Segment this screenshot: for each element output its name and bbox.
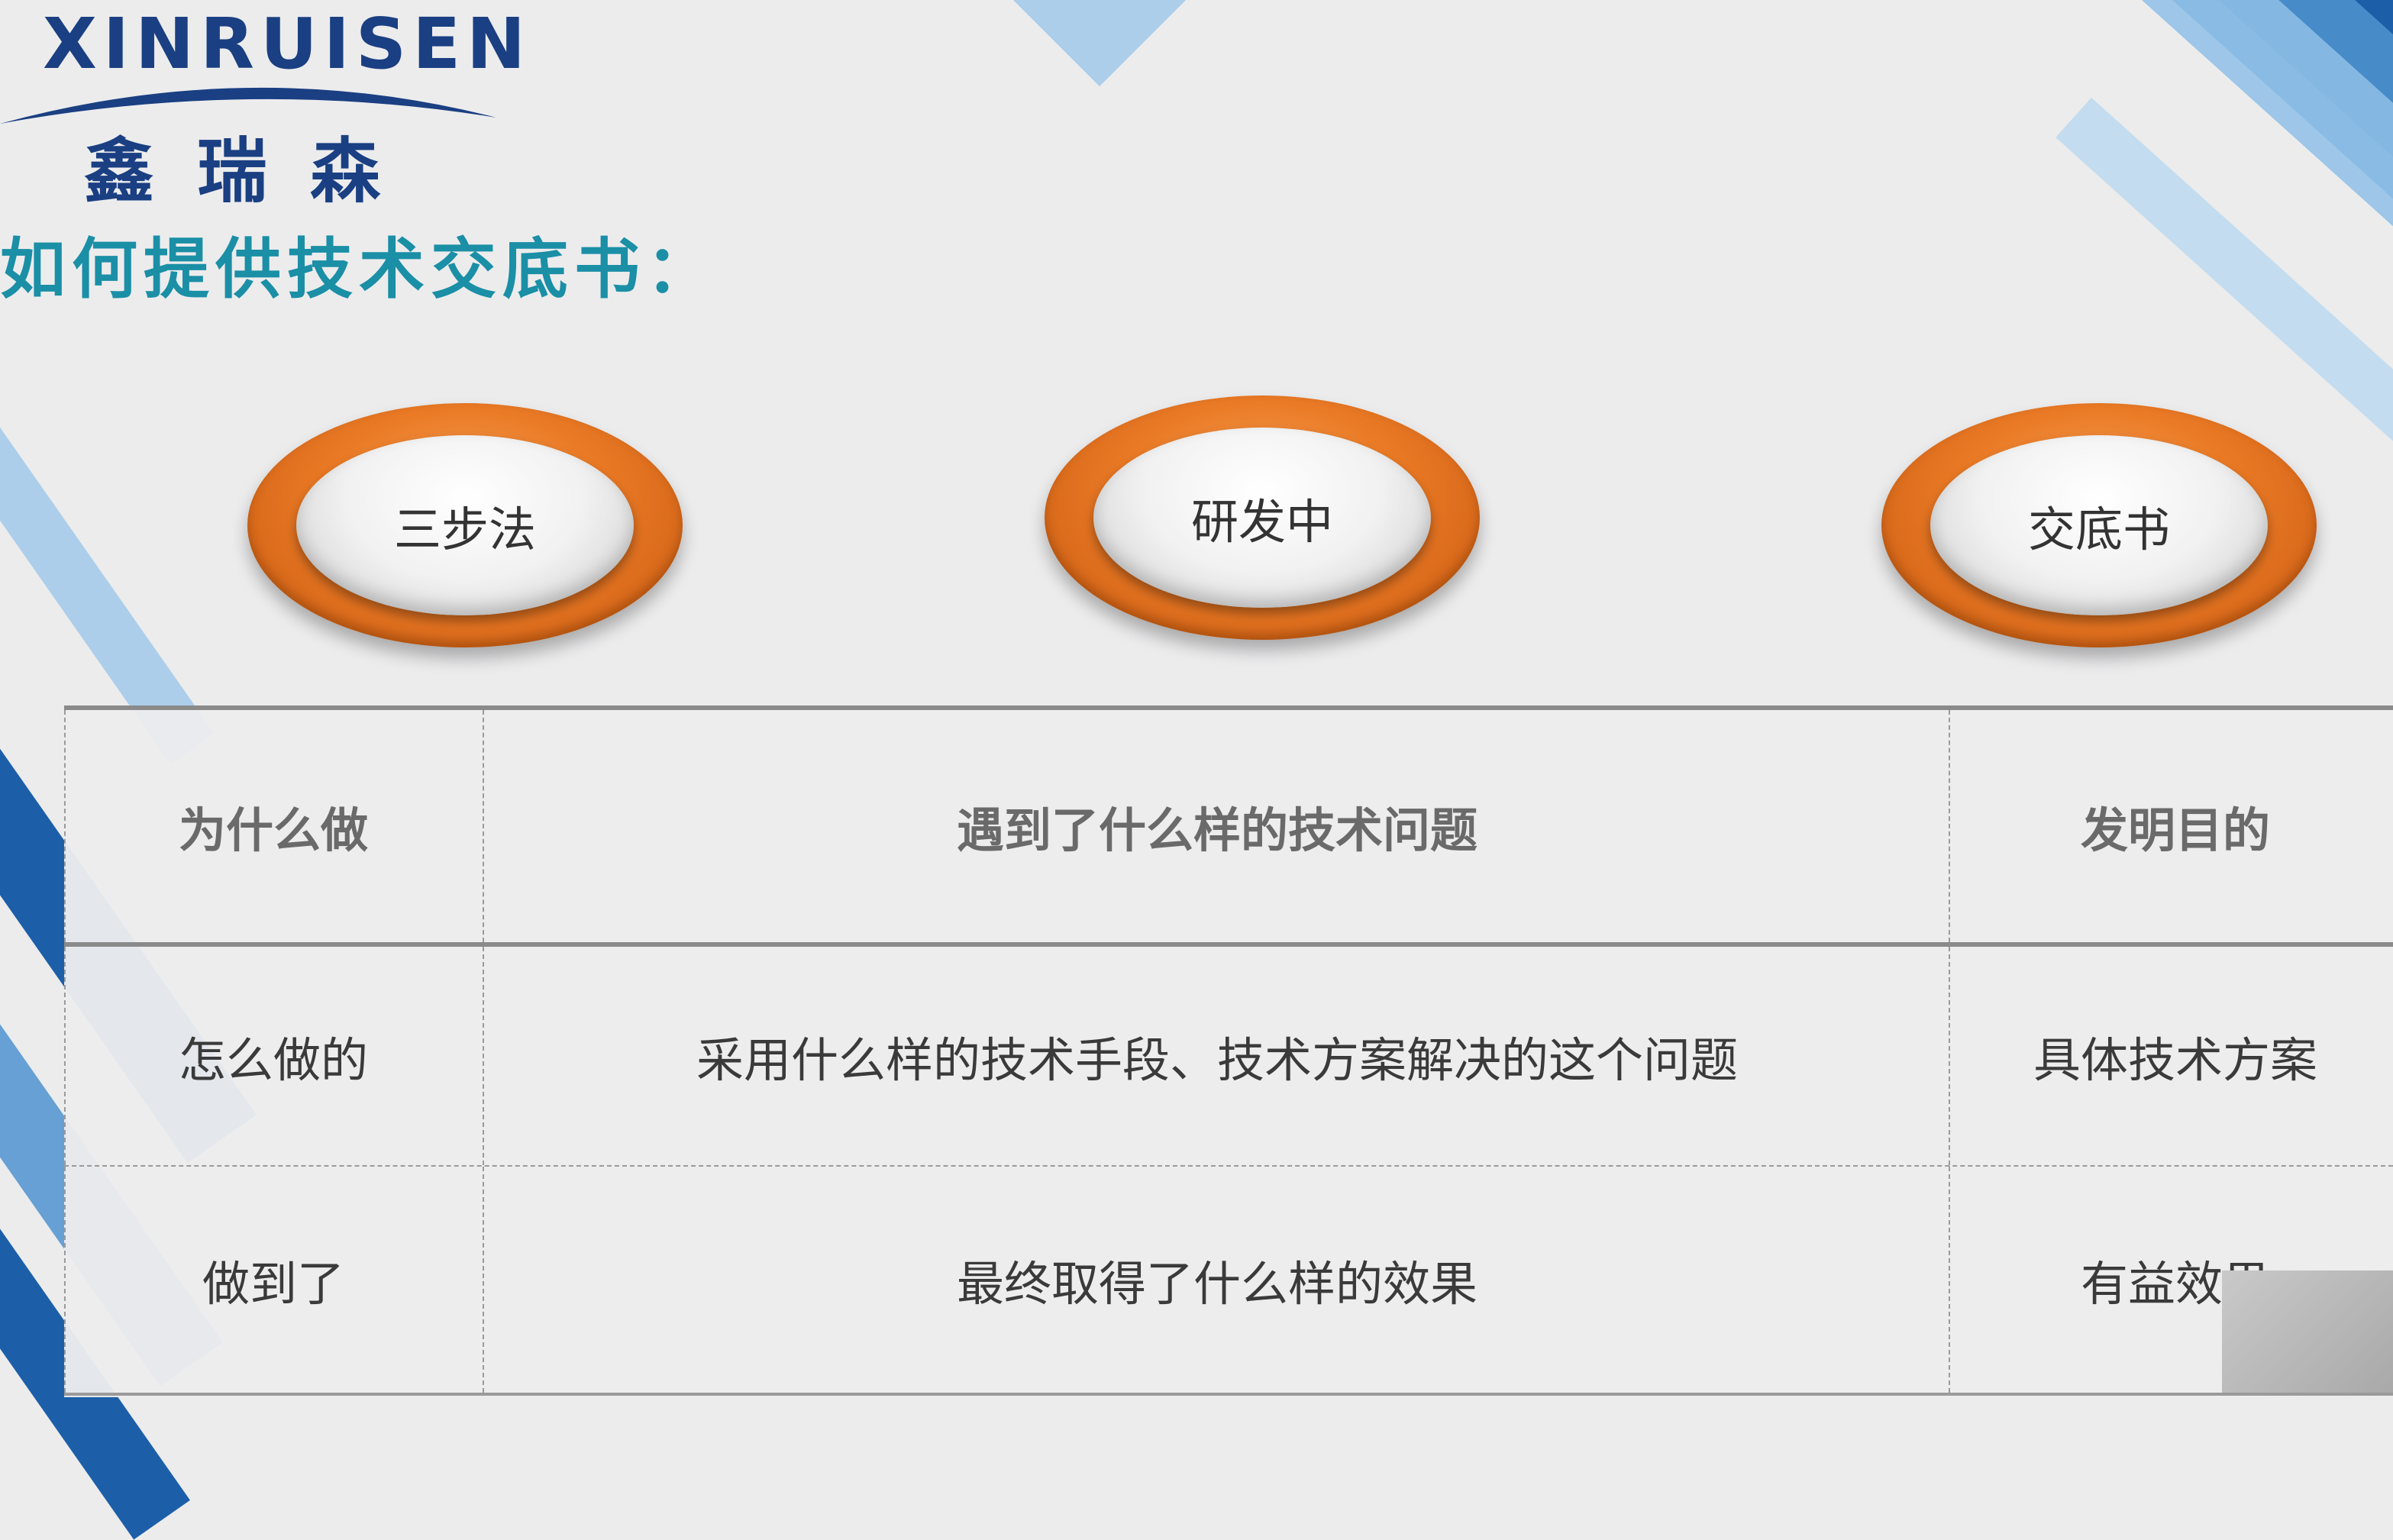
logo-cn-text: 鑫瑞森	[84, 131, 424, 212]
decor-stripe	[1012, 0, 1187, 87]
three-step-table: 为什么做 遇到了什么样的技术问题 发明目的 怎么做的 采用什么样的技术手段、技术…	[64, 705, 2393, 1397]
pill-face: 研发中	[1093, 428, 1431, 608]
company-logo: XINRUISEN 鑫瑞森	[0, 0, 525, 212]
table-cell: 采用什么样的技术手段、技术方案解决的这个问题	[696, 1032, 1738, 1088]
table-cell: 遇到了什么样的技术问题	[956, 802, 1477, 858]
page-title: 如何提供技术交底书：	[0, 231, 718, 308]
pill-label: 研发中	[1190, 494, 1333, 550]
table-row: 怎么做的 采用什么样的技术手段、技术方案解决的这个问题 具体技术方案	[64, 947, 2393, 1167]
decor-stripe	[0, 358, 215, 764]
table-cell: 怎么做的	[178, 1032, 368, 1088]
pill-label: 三步法	[393, 502, 536, 557]
table-cell: 具体技术方案	[2033, 1032, 2317, 1088]
pill-button-three-step[interactable]: 三步法	[247, 403, 683, 647]
table-row: 为什么做 遇到了什么样的技术问题 发明目的	[64, 710, 2393, 947]
pill-face: 交底书	[1930, 435, 2268, 615]
pill-face: 三步法	[296, 435, 634, 615]
table-cell: 最终取得了什么样的效果	[956, 1256, 1477, 1312]
pill-button-research[interactable]: 研发中	[1045, 395, 1480, 640]
table-cell: 发明目的	[2080, 802, 2270, 858]
pill-label: 交底书	[2027, 502, 2170, 557]
table-cell: 为什么做	[178, 802, 368, 858]
table-cell: 做到了	[202, 1256, 344, 1312]
overlay-box	[2222, 1270, 2393, 1393]
pill-button-disclosure[interactable]: 交底书	[1881, 403, 2317, 647]
table-row: 做到了 最终取得了什么样的效果 有益效果	[64, 1167, 2393, 1396]
